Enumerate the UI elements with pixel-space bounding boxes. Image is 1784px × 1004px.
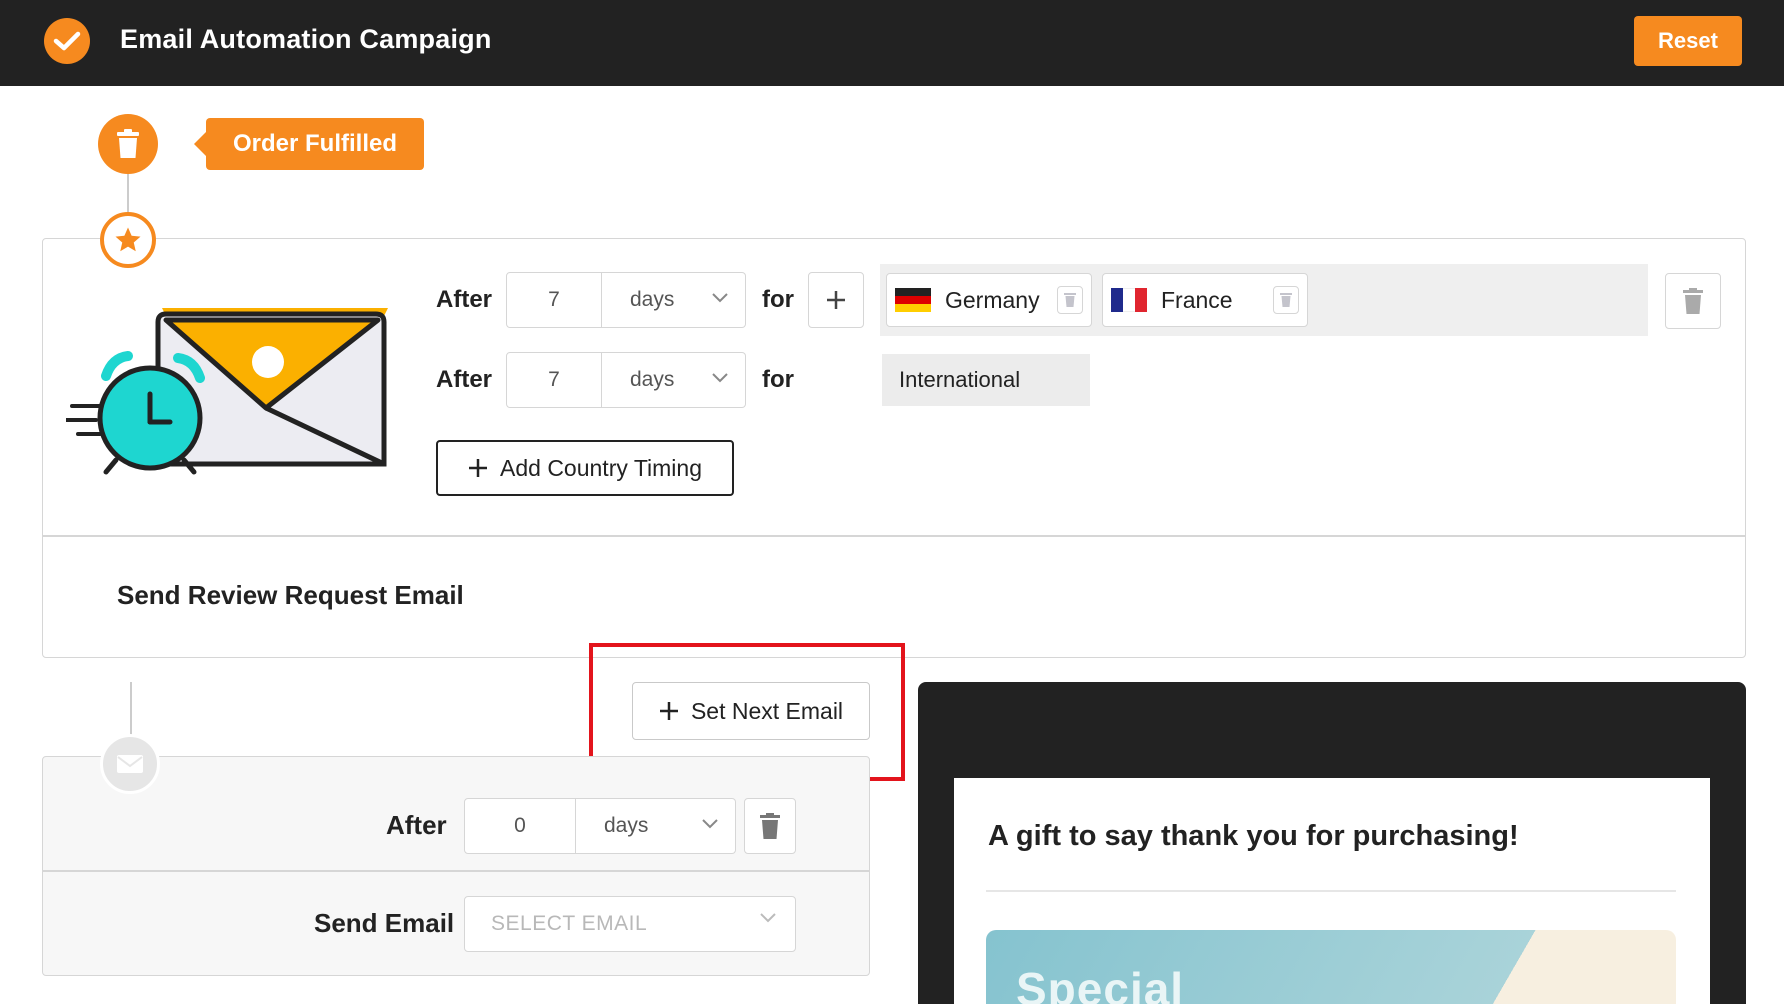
card-divider: [42, 870, 870, 872]
trigger-label[interactable]: Order Fulfilled: [194, 118, 424, 170]
delay-value-input[interactable]: 0: [464, 798, 576, 854]
preview-divider: [986, 890, 1676, 892]
country-name: Germany: [945, 286, 1040, 313]
banner-text: Special: [1016, 963, 1185, 1004]
country-name: France: [1161, 286, 1233, 313]
delay-unit-value: days: [604, 814, 649, 837]
chevron-down-icon: [712, 373, 728, 383]
country-chip-germany: Germany: [886, 273, 1092, 327]
delay-unit-value: days: [630, 288, 675, 311]
chevron-down-icon: [760, 913, 776, 923]
delay-unit-value: days: [630, 368, 675, 391]
chevron-down-icon: [712, 293, 728, 303]
select-email-placeholder: SELECT EMAIL: [491, 912, 648, 935]
add-country-timing-button[interactable]: Add Country Timing: [436, 440, 734, 496]
app-title: Email Automation Campaign: [120, 24, 492, 54]
trigger-trash-icon[interactable]: [98, 114, 158, 174]
for-label: for: [762, 286, 794, 313]
card-divider: [42, 535, 1746, 537]
region-international: International: [882, 354, 1090, 406]
envelope-clock-illustration: [66, 308, 388, 475]
after-label: After: [436, 366, 493, 393]
germany-flag-icon: [895, 288, 931, 312]
select-email-dropdown[interactable]: SELECT EMAIL: [464, 896, 796, 952]
france-flag-icon: [1111, 288, 1147, 312]
add-country-timing-label: Add Country Timing: [500, 454, 702, 481]
reset-button[interactable]: Reset: [1634, 16, 1742, 66]
after-label: After: [386, 810, 447, 840]
timeline-connector: [130, 682, 132, 738]
remove-country-trash-icon[interactable]: [1273, 286, 1299, 314]
top-bar: Email Automation Campaign Reset: [0, 0, 1784, 86]
email-name[interactable]: Send Review Request Email: [117, 580, 464, 611]
delay-unit-select[interactable]: days: [602, 272, 746, 328]
for-label: for: [762, 366, 794, 393]
preview-email-title: A gift to say thank you for purchasing!: [988, 820, 1519, 852]
chevron-down-icon: [702, 819, 718, 829]
delete-step-trash-icon[interactable]: [744, 798, 796, 854]
send-email-label: Send Email: [314, 908, 455, 938]
plus-icon: [827, 291, 845, 309]
mail-icon: [100, 734, 160, 794]
delay-value-input[interactable]: 7: [506, 352, 602, 408]
plus-icon: [469, 459, 487, 477]
delay-unit-select[interactable]: days: [602, 352, 746, 408]
timeline-connector: [127, 170, 129, 216]
delete-row-trash-icon[interactable]: [1665, 273, 1721, 329]
remove-country-trash-icon[interactable]: [1057, 286, 1083, 314]
check-circle-icon: [44, 18, 90, 64]
country-chip-france: France: [1102, 273, 1308, 327]
preview-banner-image: Special: [986, 930, 1676, 1004]
star-icon: [100, 212, 156, 268]
delay-value-input[interactable]: 7: [506, 272, 602, 328]
delay-unit-select[interactable]: days: [576, 798, 736, 854]
add-country-plus-button[interactable]: [808, 272, 864, 328]
after-label: After: [436, 286, 493, 313]
